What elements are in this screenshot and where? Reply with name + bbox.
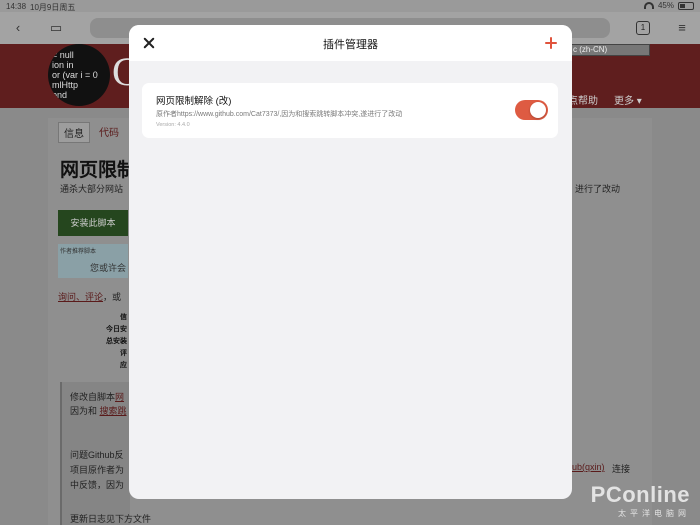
site-logo: = null ion in or (var i = 0 mlHttp ond — [48, 44, 110, 106]
plugin-enable-toggle[interactable] — [515, 100, 548, 120]
back-chevron-icon[interactable]: ‹ — [10, 20, 26, 36]
plugin-manager-modal: 插件管理器 网页限制解除 (改) 原作者https://www.github.c… — [129, 25, 572, 499]
tab-info[interactable]: 信息 — [58, 122, 90, 143]
status-bar: 14:38 10月9日周五 45% — [0, 0, 700, 12]
nav-help-link[interactable]: 点帮助 — [568, 92, 598, 107]
plugin-name: 网页限制解除 (改) — [156, 96, 232, 107]
install-script-button[interactable]: 安装此脚本 — [58, 210, 128, 236]
wifi-icon — [643, 2, 654, 9]
inbox-icon[interactable]: ▭ — [48, 20, 64, 36]
notice-label: 作者推荐脚本 — [60, 249, 97, 255]
script-description-right: 进行了改动 — [575, 184, 621, 194]
modal-header: 插件管理器 — [129, 25, 572, 61]
plugin-card: 网页限制解除 (改) 原作者https://www.github.com/Cat… — [142, 83, 558, 138]
plugin-version: Version: 4.4.0 — [156, 122, 190, 128]
plugin-description: 原作者https://www.github.com/Cat7373/,因为和搜索… — [156, 111, 403, 118]
paragraph-2c: 中反馈，因为 — [70, 480, 125, 490]
pconline-watermark: PConline 太平洋电脑网 — [591, 482, 690, 519]
status-right: 45% — [643, 1, 694, 10]
battery-icon — [678, 1, 694, 10]
tab-count-button[interactable]: 1 — [636, 21, 650, 35]
battery-percent: 45% — [657, 1, 674, 10]
language-select[interactable]: c (zh-CN) — [570, 44, 650, 56]
github-link-tail: 连接 — [612, 464, 631, 474]
nav-more-link[interactable]: 更多 ▾ — [614, 92, 642, 107]
feedback-link[interactable]: 询问、评论 — [58, 292, 103, 302]
script-description: 通杀大部分网站 — [60, 184, 124, 194]
paragraph-1a: 修改自脚本网 — [70, 392, 125, 402]
add-plugin-icon[interactable] — [543, 35, 559, 51]
watermark-sub: 太平洋电脑网 — [618, 509, 690, 518]
script-title: 网页限制 — [60, 160, 137, 181]
github-link[interactable]: ub(qxin) — [572, 462, 605, 472]
feedback-line: 询问、评论，或 — [58, 292, 122, 302]
tab-code[interactable]: 代码 — [94, 122, 124, 143]
paragraph-1b: 因为和 搜索跳 — [70, 406, 127, 416]
script-stats: 信 今日安 总安装 评 应 — [106, 314, 127, 369]
status-time: 14:38 — [6, 2, 27, 11]
search-jump-link[interactable]: 搜索跳 — [100, 406, 127, 416]
notice-text: 您或许会 — [90, 263, 127, 273]
changelog-line: 更新日志见下方文件 — [70, 514, 152, 524]
author-recommend-box: 作者推荐脚本 您或许会 — [58, 244, 128, 278]
watermark-main: PConline — [590, 482, 690, 507]
original-script-link[interactable]: 网 — [115, 392, 124, 402]
menu-icon[interactable]: ≡ — [674, 20, 690, 36]
paragraph-2a: 问题Github反 — [70, 450, 124, 460]
modal-title: 插件管理器 — [323, 39, 378, 51]
toggle-knob — [530, 102, 546, 118]
paragraph-2b: 项目原作者为 — [70, 465, 125, 475]
